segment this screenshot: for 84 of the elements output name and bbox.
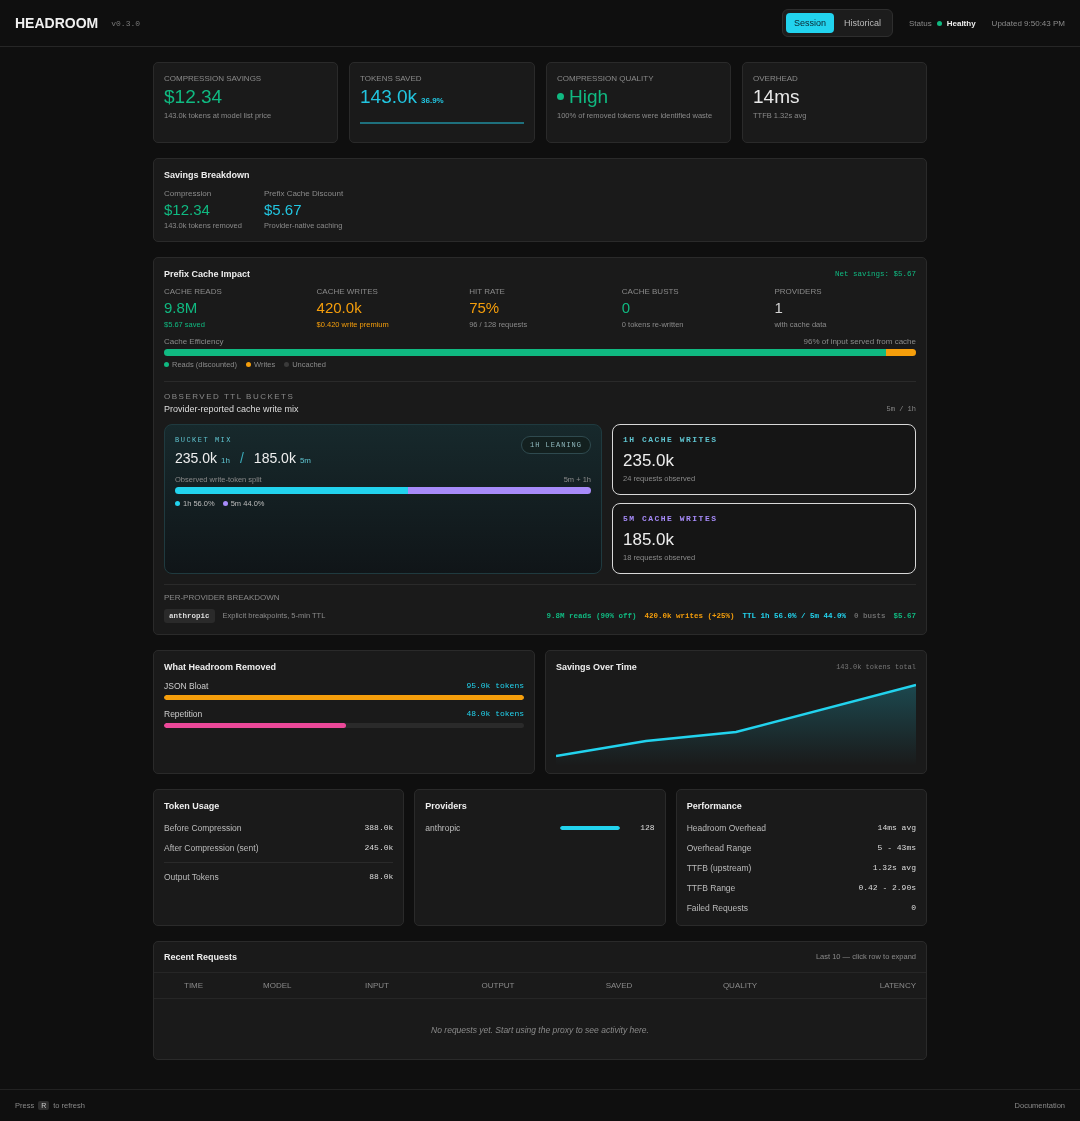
mix-separator: / [239, 449, 244, 466]
breakdown-label: Compression [164, 189, 213, 198]
column-header: SAVED [605, 980, 633, 990]
usage-value: 388.0k [364, 823, 394, 832]
ttl-heading: OBSERVED TTL BUCKETS [164, 391, 296, 401]
perf-value: 14ms avg [877, 823, 916, 832]
column-header: QUALITY [722, 980, 758, 990]
card-title: Performance [686, 800, 743, 811]
perf-label: Failed Requests [686, 902, 749, 913]
perf-label: Headroom Overhead [686, 822, 767, 833]
perf-value: 5 - 43ms [877, 843, 916, 852]
stat-label: COMPRESSION SAVINGS [164, 74, 263, 83]
ttl-title: Provider-reported cache write mix [164, 403, 299, 414]
metric-label: CACHE READS [164, 287, 223, 297]
stat-value: 143.0k [360, 86, 418, 108]
removed-label: JSON Bloat [164, 680, 209, 691]
removed-label: Repetition [164, 708, 203, 719]
bucket-value: 235.0k [623, 450, 676, 471]
bucket-label: 5M CACHE WRITES [623, 513, 719, 523]
usage-label: Before Compression [164, 822, 242, 833]
card-title: Savings Over Time [556, 661, 637, 672]
usage-label: Output Tokens [164, 871, 219, 882]
metric-label: CACHE WRITES [316, 287, 379, 297]
status-dot [936, 20, 942, 26]
breakdown-value: $12.34 [164, 201, 211, 219]
mode-tab[interactable]: Session [785, 13, 834, 33]
mix-value: 235.0k [175, 449, 218, 466]
quality-dot [557, 93, 564, 101]
efficiency-label: Cache Efficiency [164, 336, 224, 346]
status-label: Status [909, 18, 932, 28]
stat-label: OVERHEAD [753, 74, 799, 83]
mix-value: 185.0k [253, 449, 296, 466]
stat-value: $12.34 [164, 86, 224, 108]
perf-label: TTFB (upstream) [686, 862, 752, 873]
card-title: Savings Breakdown [164, 170, 251, 180]
column-header: MODEL [263, 980, 292, 990]
card-title: Recent Requests [164, 951, 238, 962]
metric-value: 75% [469, 299, 501, 317]
metric-value: 0 [621, 299, 632, 317]
bucket-label: 1H CACHE WRITES [623, 434, 719, 444]
perf-value: 1.32s avg [872, 863, 916, 872]
stat-label: COMPRESSION QUALITY [557, 74, 655, 83]
card-title: Providers [425, 800, 468, 811]
usage-label: After Compression (sent) [164, 842, 259, 853]
column-header: INPUT [365, 980, 389, 990]
metric-label: PROVIDERS [774, 287, 823, 297]
removed-value: 95.0k tokens [466, 681, 524, 690]
card-title: Token Usage [164, 800, 221, 811]
provider-name: anthropic [425, 822, 461, 833]
stat-percent: 36.9% [421, 96, 444, 105]
metric-label: HIT RATE [469, 287, 506, 297]
updated-time: Updated 9:50:43 PM [991, 18, 1065, 28]
bucket-value: 185.0k [623, 529, 676, 550]
card-title: What Headroom Removed [164, 661, 278, 672]
perf-label: TTFB Range [686, 882, 736, 893]
usage-value: 88.0k [369, 872, 394, 881]
column-header: TIME [184, 980, 204, 990]
app-logo: HEADROOM [15, 15, 99, 31]
metric-value: 9.8M [164, 299, 199, 317]
metric-value: 1 [774, 299, 784, 317]
stat-label: TOKENS SAVED [360, 74, 423, 83]
stat-value: 14ms [753, 86, 801, 108]
mix-unit: 1h [221, 455, 230, 465]
efficiency-note: 96% of input served from cache [803, 336, 916, 346]
perf-label: Overhead Range [686, 842, 752, 853]
column-header: OUTPUT [481, 980, 515, 990]
empty-message: No requests yet. Start using the proxy to see activity here. [431, 1024, 649, 1035]
breakdown-value: $5.67 [263, 201, 303, 219]
usage-value: 245.0k [364, 843, 394, 852]
perf-value: 0.42 - 2.90s [858, 883, 916, 892]
metric-label: CACHE BUSTS [621, 287, 680, 297]
provider-count: 128 [640, 823, 655, 832]
column-header: LATENCY [879, 980, 916, 990]
provider-heading: PER-PROVIDER BREAKDOWN [164, 592, 281, 602]
status-text: Healthy [946, 18, 976, 28]
breakdown-label: Prefix Cache Discount [263, 189, 344, 198]
version-label: v0.3.0 [111, 18, 141, 28]
metric-value: 420.0k [316, 299, 363, 317]
mix-unit: 5m [299, 455, 311, 465]
mode-tab[interactable]: Historical [836, 13, 889, 33]
stat-value: High [569, 86, 609, 108]
card-title: Prefix Cache Impact [164, 269, 251, 280]
perf-value: 0 [911, 903, 916, 912]
removed-value: 48.0k tokens [466, 709, 524, 718]
